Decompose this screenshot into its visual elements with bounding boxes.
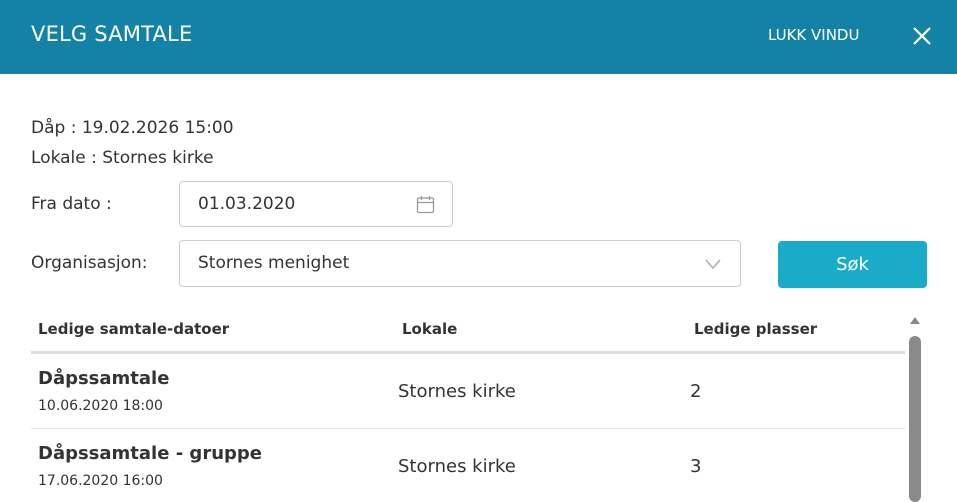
session-datetime: 10.06.2020 18:00 bbox=[38, 398, 163, 414]
organization-value: Stornes menighet bbox=[198, 253, 350, 273]
session-name: Dåpssamtale - gruppe bbox=[38, 443, 262, 464]
session-name: Dåpssamtale bbox=[38, 368, 170, 389]
baptism-info: Dåp : 19.02.2026 15:00 bbox=[31, 118, 234, 138]
from-date-input[interactable]: 01.03.2020 bbox=[179, 181, 453, 227]
from-date-label: Fra dato : bbox=[31, 194, 112, 214]
close-window-link[interactable]: LUKK VINDU bbox=[768, 26, 859, 44]
column-header-places: Ledige plasser bbox=[694, 320, 818, 338]
close-icon[interactable] bbox=[911, 25, 933, 47]
session-places: 3 bbox=[690, 456, 702, 477]
scroll-up-arrow-icon[interactable] bbox=[909, 316, 921, 325]
organization-label: Organisasjon: bbox=[31, 253, 148, 273]
location-info: Lokale : Stornes kirke bbox=[31, 148, 214, 168]
session-location: Stornes kirke bbox=[398, 456, 516, 477]
session-datetime: 17.06.2020 16:00 bbox=[38, 473, 163, 489]
scrollbar-thumb[interactable] bbox=[909, 336, 921, 502]
column-header-dates: Ledige samtale-datoer bbox=[38, 320, 230, 338]
table-row[interactable]: Dåpssamtale 10.06.2020 18:00 Stornes kir… bbox=[31, 354, 905, 429]
column-header-location: Lokale bbox=[402, 320, 458, 338]
modal-header: VELG SAMTALE LUKK VINDU bbox=[0, 0, 957, 74]
from-date-value: 01.03.2020 bbox=[198, 194, 296, 214]
search-button[interactable]: Søk bbox=[778, 241, 927, 288]
session-places: 2 bbox=[690, 381, 702, 402]
organization-select[interactable]: Stornes menighet bbox=[179, 240, 741, 287]
calendar-icon[interactable] bbox=[416, 195, 435, 214]
table-row[interactable]: Dåpssamtale - gruppe 17.06.2020 16:00 St… bbox=[31, 429, 905, 502]
chevron-down-icon bbox=[705, 259, 721, 270]
session-location: Stornes kirke bbox=[398, 381, 516, 402]
table-scrollbar[interactable] bbox=[906, 312, 924, 502]
modal-title: VELG SAMTALE bbox=[31, 22, 193, 46]
